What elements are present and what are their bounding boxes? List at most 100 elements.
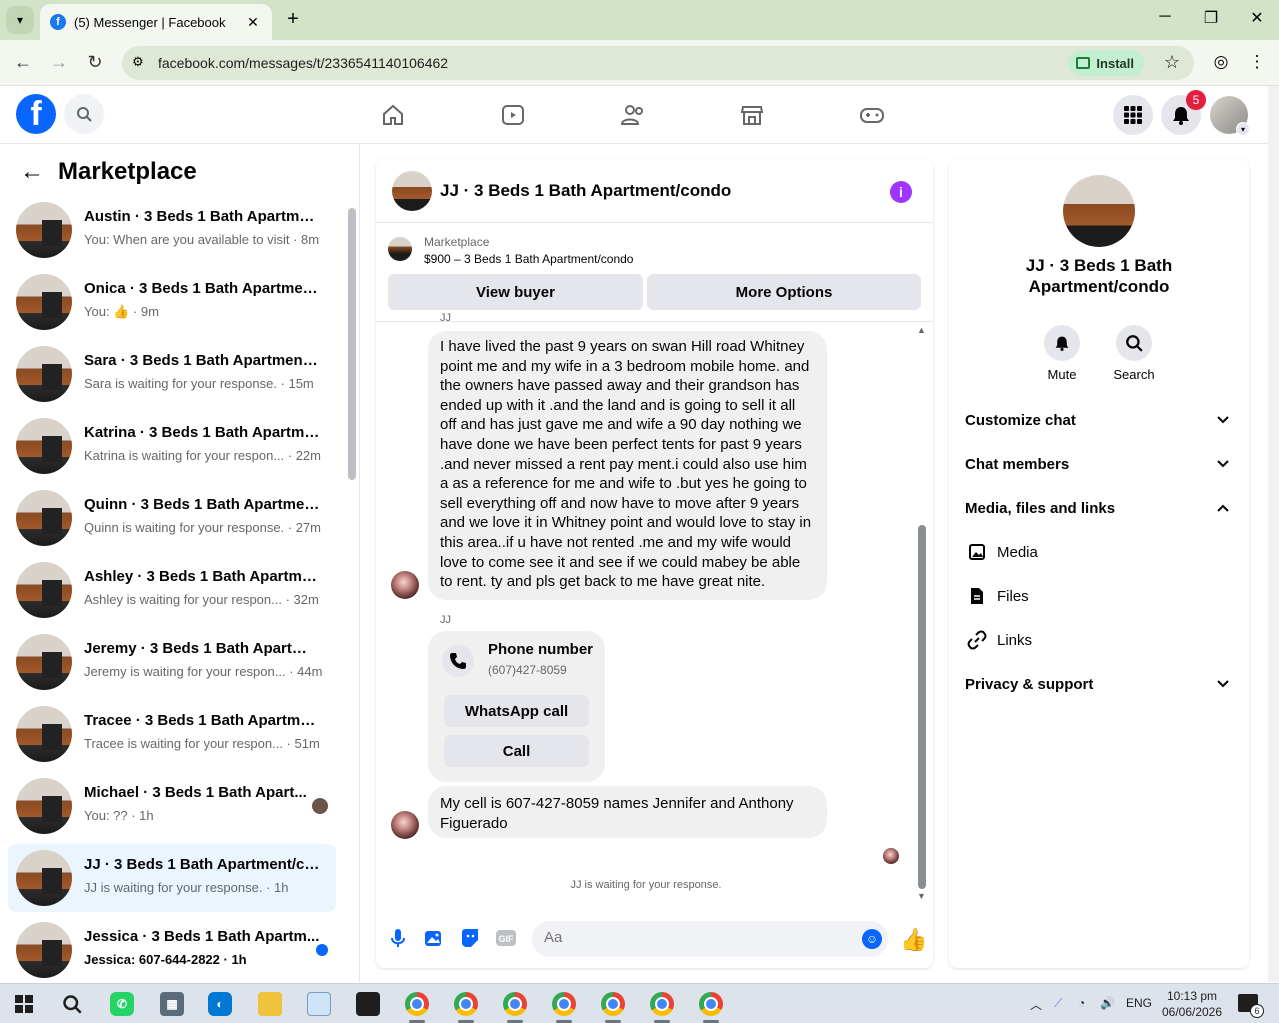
back-button[interactable]: ← [12,52,34,73]
site-info-icon[interactable]: ⚙ [132,54,144,70]
conversation-item[interactable]: Sara · 3 Beds 1 Bath Apartment/... Sara … [8,340,336,408]
scrollbar-thumb[interactable] [348,208,356,480]
home-nav-button[interactable] [380,102,406,128]
media-files-links-row[interactable]: Media, files and links [957,486,1241,530]
clock[interactable]: 10:13 pm 06/06/2026 [1160,988,1224,1020]
photos-icon[interactable] [307,992,331,1016]
thumbs-up-icon[interactable]: 👍 [900,927,927,953]
calculator-icon[interactable]: ▦ [160,992,184,1016]
pen-icon[interactable]: ⟋ [1054,996,1062,1011]
address-bar[interactable]: ⚙ facebook.com/messages/t/23365411401064… [122,46,1194,80]
scroll-down-arrow-icon[interactable]: ▼ [917,891,926,901]
network-icon[interactable]: ◔ [1078,996,1085,1010]
scrollbar-thumb[interactable] [918,525,926,889]
chat-members-row[interactable]: Chat members [957,442,1241,486]
notification-center-icon[interactable]: 6 [1238,994,1264,1018]
links-row[interactable]: Links [957,618,1241,662]
conversation-item[interactable]: Jeremy · 3 Beds 1 Bath Apartme... Jeremy… [8,628,336,696]
chrome-icon[interactable] [405,992,429,1016]
chrome-profile-icon[interactable] [699,992,723,1016]
emoji-icon[interactable]: ☺ [862,929,882,949]
files-row[interactable]: Files [957,574,1241,618]
forward-button[interactable]: → [48,52,70,73]
menu-button[interactable] [1113,95,1153,135]
language-indicator[interactable]: ENG [1126,996,1152,1010]
gaming-nav-button[interactable] [859,102,885,128]
windows-start-icon[interactable] [12,992,36,1016]
media-row[interactable]: Media [957,530,1241,574]
info-icon[interactable]: i [890,181,912,203]
chat-avatar[interactable] [392,171,432,211]
volume-icon[interactable]: 🔊 [1100,996,1115,1010]
microphone-icon[interactable] [387,927,409,949]
scroll-up-arrow-icon[interactable]: ▲ [917,325,926,335]
conversation-item[interactable]: Austin · 3 Beds 1 Bath Apartmen... You: … [8,196,336,264]
conversation-item[interactable]: Ashley · 3 Beds 1 Bath Apartmen... Ashle… [8,556,336,624]
install-button[interactable]: Install [1068,50,1144,76]
more-options-button[interactable]: More Options [647,274,921,310]
file-explorer-icon[interactable] [258,992,282,1016]
back-arrow-icon[interactable]: ← [20,158,44,186]
conversation-preview: Jessica: 607-644-2822 · 1h [84,952,247,967]
chrome-profile-icon[interactable] [552,992,576,1016]
view-buyer-button[interactable]: View buyer [388,274,643,310]
chrome-profile-icon[interactable] [454,992,478,1016]
friends-nav-button[interactable] [620,102,646,128]
sender-avatar[interactable] [391,571,419,599]
call-button[interactable]: Call [444,735,589,767]
chrome-profile-icon[interactable] [601,992,625,1016]
mute-action[interactable]: Mute [1032,325,1092,382]
minimize-button[interactable]: ─ [1154,8,1176,26]
account-avatar[interactable]: ▾ [1210,96,1250,136]
new-tab-button[interactable]: + [282,8,304,31]
video-nav-button[interactable] [500,102,526,128]
marketplace-nav-button[interactable] [739,102,765,128]
conversation-item[interactable]: Quinn · 3 Beds 1 Bath Apartmen... Quinn … [8,484,336,552]
chat-scrollbar[interactable]: ▲ ▼ [916,325,928,901]
conversation-item[interactable]: Tracee · 3 Beds 1 Bath Apartmen... Trace… [8,700,336,768]
restore-button[interactable]: ❐ [1200,8,1222,28]
conversation-item[interactable]: Onica · 3 Beds 1 Bath Apartment... You: … [8,268,336,336]
photo-icon[interactable] [423,927,445,949]
whatsapp-call-button[interactable]: WhatsApp call [444,695,589,727]
conversation-preview: Jeremy is waiting for your respon... · 4… [84,664,323,679]
chrome-profile-icon[interactable] [650,992,674,1016]
search-action[interactable]: Search [1104,325,1164,382]
notification-badge: 5 [1186,90,1206,110]
message-input[interactable] [544,929,844,946]
conversation-scrollbar[interactable] [347,196,357,976]
chevron-down-icon [1213,457,1233,471]
profile-icon[interactable]: ◎ [1210,52,1232,72]
sticker-icon[interactable] [459,927,481,949]
conversation-item[interactable]: Michael · 3 Beds 1 Bath Apart... You: ??… [8,772,336,840]
close-window-button[interactable]: ✕ [1246,8,1268,28]
sticky-notes-icon[interactable] [356,992,380,1016]
tray-chevron-up-icon[interactable]: ︿ [1030,996,1042,1013]
gif-icon[interactable]: GIF [495,927,517,949]
search-icon[interactable] [60,992,84,1016]
app-icon[interactable]: ◐ [208,992,232,1016]
windows-taskbar: ✆ ▦ ◐ ︿ ⟋ ◔ 🔊 ENG 10:13 pm 06/06/2026 6 [0,983,1279,1023]
tab-search-button[interactable]: ▾ [6,6,34,34]
whatsapp-icon[interactable]: ✆ [110,992,134,1016]
conversation-item-active[interactable]: JJ · 3 Beds 1 Bath Apartment/co... JJ is… [8,844,336,912]
listing-thumbnail [388,237,412,261]
facebook-logo-icon[interactable]: f [16,94,56,134]
conversation-item[interactable]: Katrina · 3 Beds 1 Bath Apartme... Katri… [8,412,336,480]
facebook-search-button[interactable] [64,94,104,134]
reload-button[interactable]: ↻ [84,52,106,73]
conversation-item[interactable]: Jessica · 3 Beds 1 Bath Apartm... Jessic… [8,916,336,984]
chat-title[interactable]: JJ · 3 Beds 1 Bath Apartment/condo [440,181,731,201]
listing-thumbnail [16,706,72,762]
chat-info-avatar[interactable] [1063,175,1135,247]
browser-tab[interactable]: f (5) Messenger | Facebook ✕ [40,4,272,40]
tab-close-icon[interactable]: ✕ [244,14,262,31]
sender-avatar[interactable] [391,811,419,839]
privacy-support-row[interactable]: Privacy & support [957,662,1241,706]
chrome-profile-icon[interactable] [503,992,527,1016]
bookmark-star-icon[interactable]: ☆ [1164,52,1180,73]
browser-menu-icon[interactable]: ⋮ [1246,52,1268,72]
url-text[interactable]: facebook.com/messages/t/2336541140106462 [158,55,448,71]
page-scrollbar[interactable] [1268,86,1279,982]
customize-chat-row[interactable]: Customize chat [957,398,1241,442]
